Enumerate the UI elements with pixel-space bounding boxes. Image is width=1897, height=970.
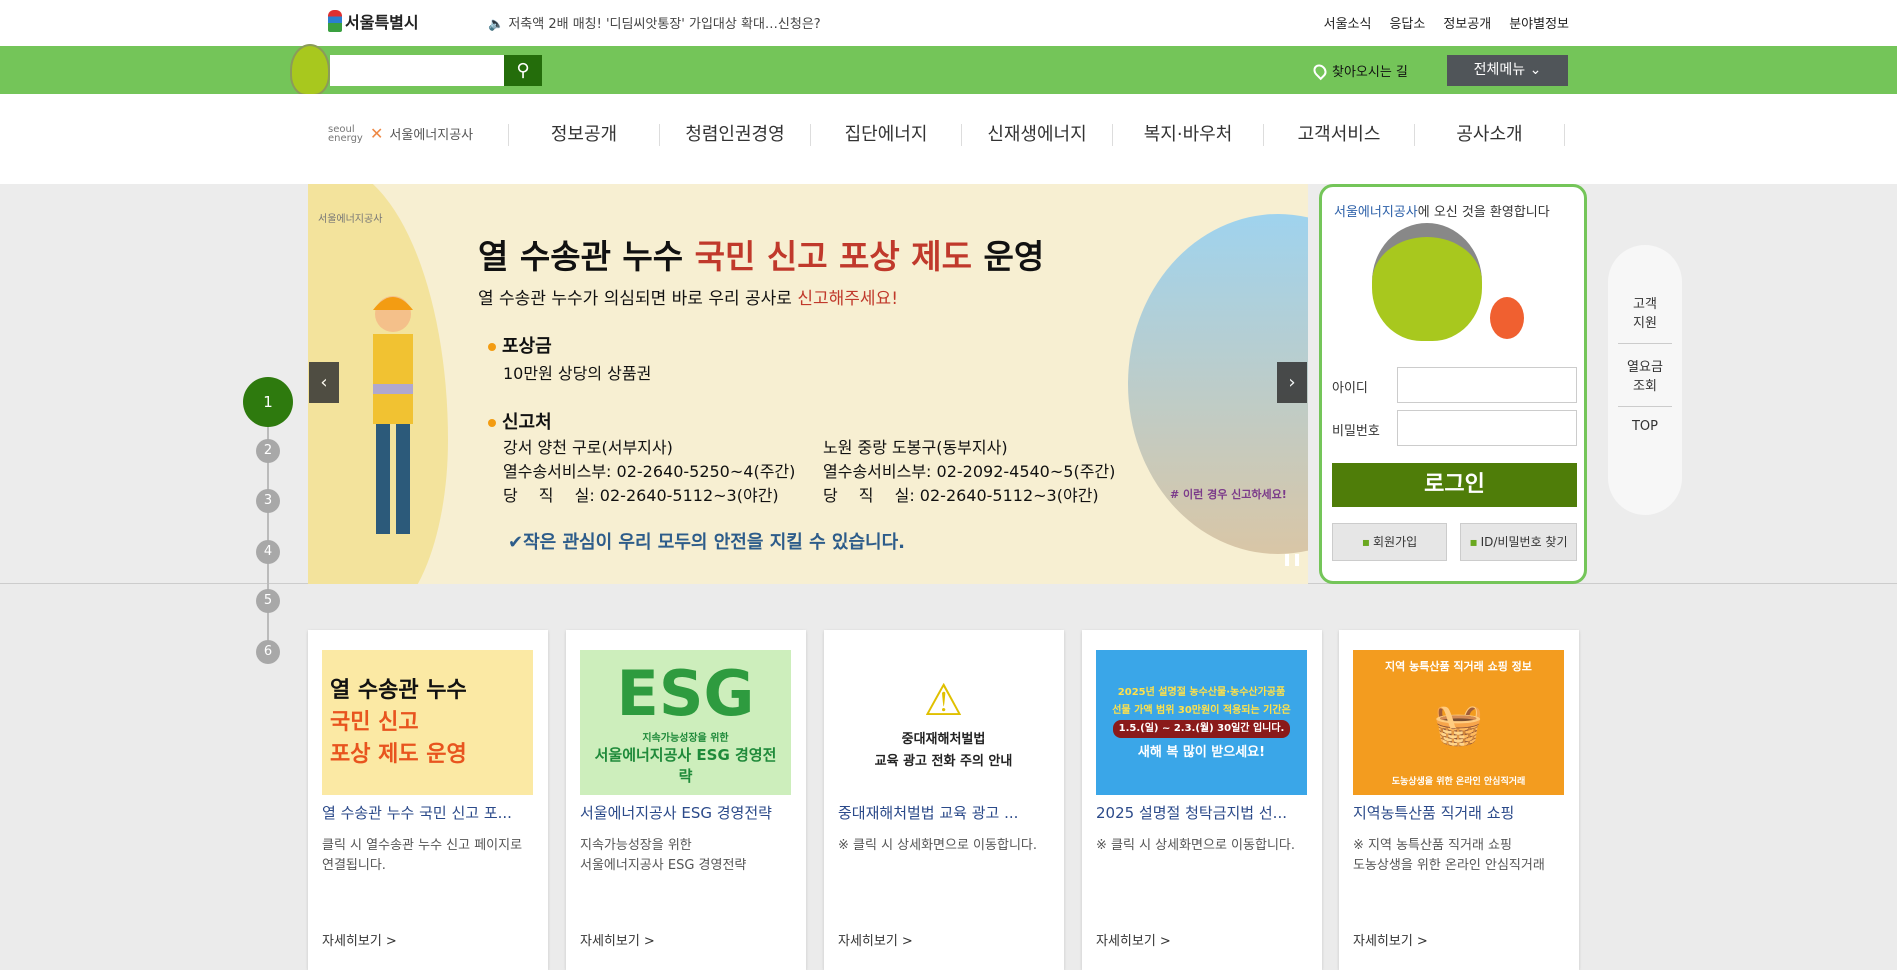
west-branch: 강서 양천 구로(서부지사) <box>503 438 673 457</box>
card-more-link[interactable]: 자세히보기 > <box>322 930 397 949</box>
notice-link[interactable]: 🔈 저축액 2배 매칭! '디딤씨앗통장' 가입대상 확대…신청은? <box>488 13 821 32</box>
card-title[interactable]: 서울에너지공사 ESG 경영전략 <box>580 802 795 823</box>
banner-prev-button[interactable]: ‹ <box>309 362 339 403</box>
banner-logo: 서울에너지공사 <box>318 214 383 225</box>
nav-item-info[interactable]: 정보공개 <box>508 124 659 146</box>
card-description: ※ 클릭 시 상세화면으로 이동합니다. <box>838 838 1037 853</box>
card-title[interactable]: 2025 설명절 청탁금지법 선... <box>1096 802 1311 823</box>
card-thumbnail: 2025년 설명절 농수산물·농수산가공품 선물 가액 범위 30만원이 적용되는… <box>1096 650 1307 795</box>
main-banner[interactable]: 서울에너지공사 열 수송관 누수 국민 신고 포상 제도 운영 열 수송관 누수… <box>308 184 1308 584</box>
card-anti-graft[interactable]: 2025년 설명절 농수산물·농수산가공품 선물 가액 범위 30만원이 적용되는… <box>1082 630 1322 970</box>
search-button[interactable]: ⚲ <box>504 55 542 86</box>
search-bar <box>0 46 1897 94</box>
login-button[interactable]: 로그인 <box>1332 463 1577 507</box>
top-link-response[interactable]: 응답소 <box>1389 13 1425 32</box>
banner-title: 열 수송관 누수 국민 신고 포상 제도 운영 <box>478 237 1045 276</box>
top-link-news[interactable]: 서울소식 <box>1324 13 1372 32</box>
pager-dot-6[interactable]: 6 <box>256 640 280 664</box>
password-input[interactable] <box>1397 410 1577 446</box>
card-thumbnail: ⚠ 중대재해처벌법 교육 광고 전화 주의 안내 <box>838 650 1049 795</box>
top-link-info[interactable]: 정보공개 <box>1443 13 1491 32</box>
reward-heading: 포상금 <box>488 332 552 358</box>
card-leak-report[interactable]: 열 수송관 누수 국민 신고 포상 제도 운영 열 수송관 누수 국민 신고 포..… <box>308 630 548 970</box>
card-more-link[interactable]: 자세히보기 > <box>580 930 655 949</box>
worker-illustration <box>373 296 413 534</box>
pause-icon[interactable]: ❚❚ <box>1282 552 1302 566</box>
card-thumbnail: 열 수송관 누수 국민 신고 포상 제도 운영 <box>322 650 533 795</box>
west-night-phone: 당 직 실: 02-2640-5112~3(야간) <box>503 486 779 505</box>
card-description: 클릭 시 열수송관 누수 신고 페이지로 연결됩니다. <box>322 838 523 873</box>
top-bar: 서울특별시 🔈 저축액 2배 매칭! '디딤씨앗통장' 가입대상 확대…신청은?… <box>0 0 1897 46</box>
quick-top-button[interactable]: TOP <box>1618 407 1672 446</box>
all-menu-button[interactable]: 전체메뉴 ⌄ <box>1447 55 1568 86</box>
card-title[interactable]: 열 수송관 누수 국민 신고 포... <box>322 802 537 823</box>
id-input[interactable] <box>1397 367 1577 403</box>
banner-slogan: ✔작은 관심이 우리 모두의 안전을 지킬 수 있습니다. <box>508 532 905 553</box>
find-id-password-button[interactable]: ID/비밀번호 찾기 <box>1460 523 1577 561</box>
chevron-left-icon: ‹ <box>320 372 328 393</box>
card-more-link[interactable]: 자세히보기 > <box>1353 930 1428 949</box>
login-box: 서울에너지공사에 오신 것을 환영합니다 아이디 비밀번호 로그인 회원가입 I… <box>1319 184 1587 584</box>
nav-item-customer[interactable]: 고객서비스 <box>1263 124 1414 146</box>
quick-customer-support[interactable]: 고객 지원 <box>1618 245 1672 344</box>
report-heading: 신고처 <box>488 408 552 434</box>
chevron-right-icon: › <box>1288 372 1296 393</box>
card-description: 지속가능성장을 위한 서울에너지공사 ESG 경영전략 <box>580 838 747 873</box>
pager-dot-4[interactable]: 4 <box>256 540 280 564</box>
produce-basket-icon: 🧺 <box>1433 701 1484 748</box>
west-day-phone: 열수송서비스부: 02-2640-5250~4(주간) <box>503 462 796 481</box>
id-label: 아이디 <box>1332 381 1368 396</box>
card-local-products[interactable]: 지역 농특산품 직거래 쇼핑 정보 🧺 도농상생을 위한 온라인 안심직거래 지역농… <box>1339 630 1579 970</box>
pager-dot-2[interactable]: 2 <box>256 439 280 463</box>
search-input[interactable] <box>330 55 504 86</box>
card-title[interactable]: 중대재해처벌법 교육 광고 ... <box>838 802 1053 823</box>
pager-dot-5[interactable]: 5 <box>256 589 280 613</box>
east-day-phone: 열수송서비스부: 02-2092-4540~5(주간) <box>823 462 1116 481</box>
nav-item-renewable[interactable]: 신재생에너지 <box>961 124 1112 146</box>
east-branch: 노원 중랑 도봉구(동부지사) <box>823 438 1008 457</box>
mascot-icon <box>290 44 330 96</box>
card-description: ※ 지역 농특산품 직거래 쇼핑 도농상생을 위한 온라인 안심직거래 <box>1353 838 1545 873</box>
chevron-down-icon: ⌄ <box>1529 62 1542 78</box>
pager-dot-3[interactable]: 3 <box>256 489 280 513</box>
logo-mark-icon: ✕ <box>370 124 384 143</box>
nav-item-about[interactable]: 공사소개 <box>1414 124 1565 146</box>
location-pin-icon <box>1310 61 1330 80</box>
seoul-logo-icon <box>328 10 342 32</box>
card-description: ※ 클릭 시 상세화면으로 이동합니다. <box>1096 838 1295 853</box>
password-label: 비밀번호 <box>1332 424 1380 439</box>
east-night-phone: 당 직 실: 02-2640-5112~3(야간) <box>823 486 1099 505</box>
quick-fee-lookup[interactable]: 열요금 조회 <box>1618 344 1672 407</box>
card-more-link[interactable]: 자세히보기 > <box>1096 930 1171 949</box>
card-more-link[interactable]: 자세히보기 > <box>838 930 913 949</box>
search-icon: ⚲ <box>516 60 530 81</box>
pager-dot-1[interactable]: 1 <box>243 377 293 427</box>
card-thumbnail: ESG 지속가능성장을 위한 서울에너지공사 ESG 경영전략 <box>580 650 791 795</box>
card-title[interactable]: 지역농특산품 직거래 쇼핑 <box>1353 802 1568 823</box>
banner-next-button[interactable]: › <box>1277 362 1307 403</box>
nav-item-district-energy[interactable]: 집단에너지 <box>810 124 961 146</box>
warning-icon: ⚠ <box>923 674 964 726</box>
seoul-energy-logo[interactable]: seoul energy ✕ 서울에너지공사 <box>328 124 473 143</box>
card-esg[interactable]: ESG 지속가능성장을 위한 서울에너지공사 ESG 경영전략 서울에너지공사 ES… <box>566 630 806 970</box>
reward-text: 10만원 상당의 상품권 <box>503 364 652 383</box>
card-serious-accident[interactable]: ⚠ 중대재해처벌법 교육 광고 전화 주의 안내 중대재해처벌법 교육 광고 ...… <box>824 630 1064 970</box>
banner-subtitle: 열 수송관 누수가 의심되면 바로 우리 공사로 신고해주세요! <box>478 289 899 309</box>
nav-item-welfare[interactable]: 복지·바우처 <box>1112 124 1263 146</box>
find-way-link[interactable]: 찾아오시는 길 <box>1310 61 1408 80</box>
join-button[interactable]: 회원가입 <box>1332 523 1447 561</box>
mascot-illustration <box>1372 223 1482 341</box>
nav-item-ethics[interactable]: 청렴인권경영 <box>659 124 810 146</box>
mascot-friend-illustration <box>1490 297 1524 339</box>
banner-tag: # 이런 경우 신고하세요! <box>1170 488 1287 501</box>
seoul-logo[interactable]: 서울특별시 <box>328 9 419 33</box>
quick-menu: 고객 지원 열요금 조회 TOP <box>1608 245 1682 515</box>
welcome-text: 서울에너지공사에 오신 것을 환영합니다 <box>1334 205 1550 220</box>
card-thumbnail: 지역 농특산품 직거래 쇼핑 정보 🧺 도농상생을 위한 온라인 안심직거래 <box>1353 650 1564 795</box>
top-link-field[interactable]: 분야별정보 <box>1509 13 1569 32</box>
